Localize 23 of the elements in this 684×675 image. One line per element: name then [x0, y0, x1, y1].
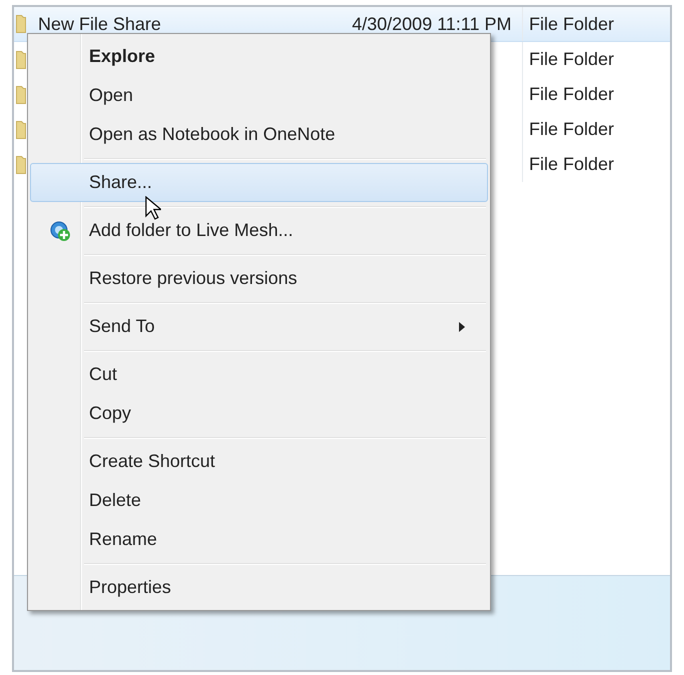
menu-item[interactable]: Send To: [30, 307, 488, 346]
menu-item[interactable]: Open: [30, 76, 488, 115]
menu-item[interactable]: Cut: [30, 355, 488, 394]
folder-icon: [16, 15, 26, 33]
file-name: New File Share: [38, 12, 162, 36]
menu-item[interactable]: Share...: [30, 163, 488, 202]
mouse-pointer-icon: [145, 196, 161, 220]
menu-item[interactable]: Delete: [30, 481, 488, 520]
menu-item[interactable]: Copy: [30, 394, 488, 433]
file-date: 4/30/2009 11:11 PM: [352, 14, 512, 34]
globe-plus-icon: [49, 220, 71, 242]
file-type: File Folder: [529, 153, 614, 176]
menu-item[interactable]: Restore previous versions: [30, 259, 488, 298]
menu-item[interactable]: Properties: [30, 568, 488, 607]
file-type: File Folder: [529, 83, 614, 106]
menu-item[interactable]: Rename: [30, 520, 488, 559]
menu-item[interactable]: Create Shortcut: [30, 442, 488, 481]
menu-item[interactable]: Add folder to Live Mesh...: [30, 211, 488, 250]
menu-item[interactable]: Open as Notebook in OneNote: [30, 115, 488, 154]
file-type: File Folder: [529, 48, 614, 71]
file-type: File Folder: [529, 118, 614, 141]
file-type: File Folder: [529, 12, 614, 36]
submenu-arrow-icon: [459, 322, 465, 332]
